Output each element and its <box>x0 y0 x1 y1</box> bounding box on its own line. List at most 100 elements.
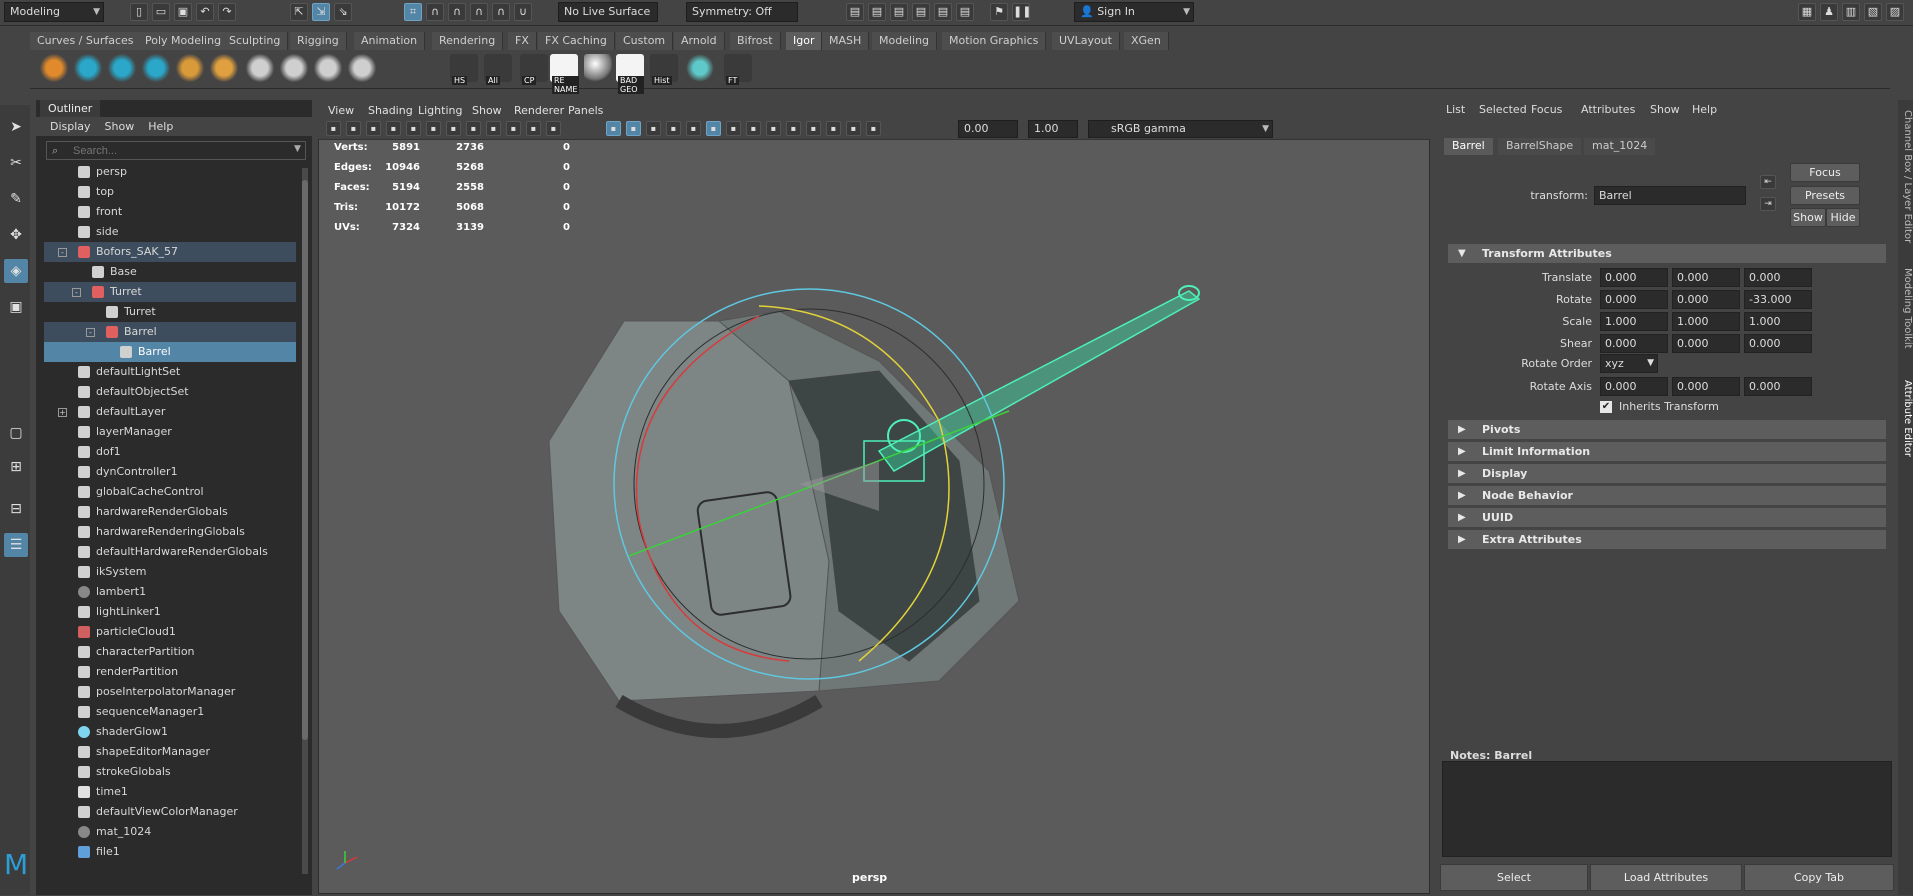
sign-in-dropdown[interactable]: 👤 Sign In ▼ <box>1074 2 1194 22</box>
viewport-menu-item[interactable]: View <box>328 102 354 120</box>
shelf-tab[interactable]: Rigging <box>290 32 347 50</box>
outliner-item[interactable]: hardwareRenderingGlobals <box>44 522 296 542</box>
four-view-icon[interactable]: ⊞ <box>4 455 28 479</box>
attribute-editor-tab[interactable]: Barrel <box>1444 138 1493 155</box>
redo-icon[interactable]: ↷ <box>218 3 236 21</box>
aa-icon[interactable]: ▪ <box>766 121 781 136</box>
symmetry-dropdown[interactable]: Symmetry: Off <box>686 2 798 22</box>
copy-tab-button[interactable]: Copy Tab <box>1744 864 1894 891</box>
viewport-menu-item[interactable]: Show <box>472 102 502 120</box>
safe-action-icon[interactable]: ▪ <box>526 121 541 136</box>
focus-input-icon[interactable]: ⇤ <box>1760 175 1776 189</box>
shelf-tab[interactable]: Custom <box>616 32 674 50</box>
attribute-editor-menu-item[interactable]: Focus <box>1531 103 1562 117</box>
lights-icon[interactable]: ▪ <box>686 121 701 136</box>
tool-settings-icon[interactable]: ▧ <box>1864 3 1882 21</box>
smooth-shade-icon[interactable]: ▪ <box>626 121 641 136</box>
outliner-item[interactable]: sequenceManager1 <box>44 702 296 722</box>
outliner-item[interactable]: dynController1 <box>44 462 296 482</box>
field-chart-icon[interactable]: ▪ <box>506 121 521 136</box>
igor-tool-5-icon[interactable] <box>176 54 204 82</box>
igor-tool-3-icon[interactable] <box>108 54 136 82</box>
shelf-tab[interactable]: MASH <box>822 32 870 50</box>
outliner-item[interactable]: persp <box>44 162 296 182</box>
rotate-z-field[interactable]: -33.000 <box>1744 290 1812 309</box>
rotate-y-field[interactable]: 0.000 <box>1672 290 1740 309</box>
outliner-item[interactable]: strokeGlobals <box>44 762 296 782</box>
section-display[interactable]: ▶ Display <box>1448 464 1886 483</box>
outliner-item[interactable]: Barrel <box>44 342 296 362</box>
grid-icon[interactable]: ▪ <box>426 121 441 136</box>
new-scene-icon[interactable]: ▯ <box>130 3 148 21</box>
translate-z-field[interactable]: 0.000 <box>1744 268 1812 287</box>
collapse-icon[interactable]: - <box>72 288 81 297</box>
single-view-icon[interactable]: ▢ <box>4 421 28 445</box>
two-view-icon[interactable]: ⊟ <box>4 497 28 521</box>
shelf-tab[interactable]: Sculpting <box>222 32 289 50</box>
select-hierarchy-icon[interactable]: ⇱ <box>290 3 308 21</box>
outliner-item[interactable]: front <box>44 202 296 222</box>
section-transform-attributes[interactable]: ▼ Transform Attributes <box>1448 244 1886 263</box>
ft-shelf-icon[interactable]: FT <box>724 54 752 85</box>
badgeo-shelf-icon[interactable]: BAD GEO <box>616 54 644 94</box>
isolate-icon[interactable]: ▪ <box>786 121 801 136</box>
rotate-tool-icon[interactable]: ◈ <box>4 259 28 283</box>
ao-icon[interactable]: ▪ <box>726 121 741 136</box>
outliner-item[interactable]: renderPartition <box>44 662 296 682</box>
shelf-tab[interactable]: XGen <box>1124 32 1169 50</box>
snap-live-icon[interactable]: ∩ <box>492 3 510 21</box>
outliner-menu-help[interactable]: Help <box>148 120 173 133</box>
resolution-gate-icon[interactable]: ▪ <box>466 121 481 136</box>
shelf-tab[interactable]: Rendering <box>432 32 504 50</box>
ipr-icon[interactable]: ⚑ <box>990 3 1008 21</box>
show-button[interactable]: Show <box>1790 208 1826 227</box>
select-tool-icon[interactable]: ➤ <box>4 115 28 139</box>
hide-button[interactable]: Hide <box>1826 208 1860 227</box>
rotate-axis-x-field[interactable]: 0.000 <box>1600 377 1668 396</box>
shelf-tab[interactable]: Modeling <box>872 32 938 50</box>
hypershade-icon[interactable]: ▤ <box>934 3 952 21</box>
scale-x-field[interactable]: 1.000 <box>1600 312 1668 331</box>
shelf-tab[interactable]: Bifrost <box>730 32 781 50</box>
outliner-item[interactable]: - Barrel <box>44 322 296 342</box>
rotate-axis-z-field[interactable]: 0.000 <box>1744 377 1812 396</box>
link-nodes-icon[interactable] <box>686 54 714 82</box>
render-frame-icon[interactable]: ▤ <box>868 3 886 21</box>
attribute-editor-menu-item[interactable]: List <box>1446 103 1465 117</box>
character-controls-icon[interactable]: ♟ <box>1820 3 1838 21</box>
scale-z-field[interactable]: 1.000 <box>1744 312 1812 331</box>
attribute-editor-menu-item[interactable]: Attributes <box>1581 103 1635 117</box>
side-tab-attribute-editor[interactable]: Attribute Editor <box>1898 380 1913 457</box>
shear-y-field[interactable]: 0.000 <box>1672 334 1740 353</box>
hist-shelf-icon[interactable]: Hist <box>650 54 678 85</box>
select-button[interactable]: Select <box>1440 864 1588 891</box>
attribute-editor-icon[interactable]: ▥ <box>1842 3 1860 21</box>
shadows-icon[interactable]: ▪ <box>706 121 721 136</box>
igor-tool-7-icon[interactable] <box>246 54 274 82</box>
section-extra-attributes[interactable]: ▶ Extra Attributes <box>1448 530 1886 549</box>
outliner-tab[interactable]: Outliner <box>40 100 101 117</box>
shelf-tab[interactable]: FX Caching <box>538 32 615 50</box>
igor-tool-9-icon[interactable] <box>314 54 342 82</box>
camera-select-icon[interactable]: ▪ <box>326 121 341 136</box>
paint-select-icon[interactable]: ✎ <box>4 187 28 211</box>
igor-tool-10-icon[interactable] <box>348 54 376 82</box>
outliner-item[interactable]: - Turret <box>44 282 296 302</box>
outliner-item[interactable]: defaultObjectSet <box>44 382 296 402</box>
snap-point-icon[interactable]: ∩ <box>448 3 466 21</box>
translate-y-field[interactable]: 0.000 <box>1672 268 1740 287</box>
outliner-item[interactable]: globalCacheControl <box>44 482 296 502</box>
section-uuid[interactable]: ▶ UUID <box>1448 508 1886 527</box>
focus-output-icon[interactable]: ⇥ <box>1760 197 1776 211</box>
shelf-tab[interactable]: Arnold <box>674 32 725 50</box>
cp-shelf-icon[interactable]: CP <box>520 54 548 85</box>
outliner-item[interactable]: dof1 <box>44 442 296 462</box>
bookmark-icon[interactable]: ▪ <box>366 121 381 136</box>
grease-pencil-icon[interactable]: ▪ <box>406 121 421 136</box>
shelf-tab[interactable]: Motion Graphics <box>942 32 1047 50</box>
attribute-editor-menu-item[interactable]: Help <box>1692 103 1717 117</box>
wireframe-icon[interactable]: ▪ <box>606 121 621 136</box>
gate-mask-icon[interactable]: ▪ <box>486 121 501 136</box>
outliner-item[interactable]: poseInterpolatorManager <box>44 682 296 702</box>
outliner-item[interactable]: mat_1024 <box>44 822 296 842</box>
